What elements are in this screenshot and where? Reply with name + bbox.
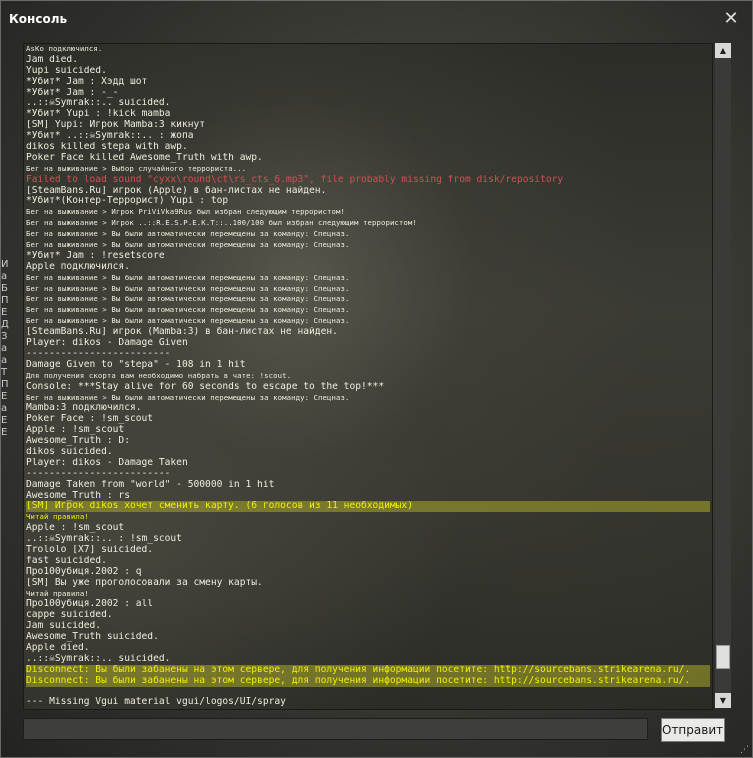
- log-line: Про100убиця.2002 : all: [26, 599, 154, 610]
- log-line: *Убит* Jam : -_-: [26, 87, 119, 98]
- edge-letter: П: [1, 295, 9, 306]
- log-line: Disconnect: Вы были забанены на этом сер…: [26, 664, 710, 676]
- log-line: Yupi suicided.: [26, 65, 107, 76]
- scroll-up-icon[interactable]: ▲: [715, 43, 731, 58]
- console-window: Консоль ✕ ИаБПЕДЗааТПЕаЕЕ AsKo подключил…: [0, 0, 753, 758]
- edge-letter: Е: [1, 427, 8, 438]
- log-line: Бег на выживание > Вы были автоматически…: [26, 305, 350, 315]
- log-line: Для получения скорта вам необходимо набр…: [26, 370, 292, 380]
- edge-letter: а: [1, 355, 8, 366]
- log-line: Trololo [X7] suicided.: [26, 544, 154, 555]
- log-line: Apple died.: [26, 642, 90, 653]
- edge-letter: П: [1, 379, 9, 390]
- log-line: Jam died.: [26, 54, 78, 65]
- log-line: dikos suicided.: [26, 446, 113, 457]
- log-line: Читай правила!: [26, 588, 89, 598]
- log-line: *Убит* Yupi : !kick mamba: [26, 109, 171, 120]
- log-line: Poker Face killed Awesome_Truth with awp…: [26, 152, 263, 163]
- log-line: Awesome_Truth : rs: [26, 490, 130, 501]
- log-line: Disconnect: Вы были забанены на этом сер…: [26, 675, 710, 687]
- title-bar[interactable]: Консоль ✕: [1, 1, 752, 39]
- log-line: Бег на выживание > Вы были автоматически…: [26, 392, 350, 402]
- log-line: Apple : !sm_scout: [26, 425, 125, 436]
- log-line: *Убит*(Контер-Террорист) Yupi : top: [26, 196, 229, 207]
- log-line: Player: dikos - Damage Taken: [26, 457, 188, 468]
- log-line: Mamba:3 подключился.: [26, 403, 142, 414]
- log-scrollbar[interactable]: ▲ ▼: [715, 43, 731, 708]
- log-line: ..::☠Symrak::.. suicided.: [26, 98, 171, 109]
- edge-letter: а: [1, 271, 8, 282]
- log-line: Player: dikos - Damage Given: [26, 338, 188, 349]
- log-line: AsKo подключился.: [26, 44, 103, 53]
- log-line: *Убит* ..::☠Symrak::.. : жопа: [26, 131, 194, 142]
- edge-letter: Б: [1, 283, 8, 294]
- log-line: [SM] Вы уже проголосовали за смену карты…: [26, 577, 263, 588]
- log-line: Awesome_Truth : D:: [26, 436, 130, 447]
- log-line: -------------------------: [26, 468, 171, 479]
- edge-letter: И: [1, 259, 9, 270]
- log-line: Бег на выживание > Вы были автоматически…: [26, 240, 350, 250]
- edge-letter: а: [1, 403, 8, 414]
- log-line: Awesome_Truth suicided.: [26, 632, 159, 643]
- log-line: -------------------------: [26, 348, 171, 359]
- edge-letter: Д: [1, 319, 9, 330]
- log-line: Бег на выживание > Игрок PriViVka9Rus бы…: [26, 207, 346, 217]
- log-line: ..::☠Symrak::.. suicided.: [26, 653, 171, 664]
- log-line: *Убит* Jam : !resetscore: [26, 250, 165, 261]
- log-line: [SteamBans.Ru] игрок (Mamba:3) в бан-лис…: [26, 327, 338, 338]
- log-line: Бег на выживание > Вы были автоматически…: [26, 283, 350, 293]
- log-line: Бег на выживание > Вы были автоматически…: [26, 294, 350, 304]
- edge-letter: Е: [1, 415, 8, 426]
- log-line: dikos killed stepa with awp.: [26, 142, 188, 153]
- log-line: [SM] Игрок dikos хочет сменить карту. (6…: [26, 501, 710, 513]
- log-line: Бег на выживание > Вы были автоматически…: [26, 316, 350, 326]
- scroll-down-icon[interactable]: ▼: [715, 693, 731, 708]
- log-line: Бег на выживание > Выбор случайного терр…: [26, 163, 247, 173]
- background-window-edge: ИаБПЕДЗааТПЕаЕЕ: [1, 259, 13, 469]
- log-line: Console: ***Stay alive for 60 seconds to…: [26, 381, 385, 392]
- log-line: Читай правила!: [26, 512, 89, 522]
- close-icon[interactable]: ✕: [720, 8, 742, 30]
- scroll-thumb[interactable]: [716, 644, 730, 669]
- log-line: Damage Given to "stepa" - 108 in 1 hit: [26, 359, 246, 370]
- window-title: Консоль: [9, 12, 68, 26]
- log-line: Apple подключился.: [26, 261, 130, 272]
- log-line: [SM] Yupi: Игрок Mamba:3 кикнут: [26, 120, 206, 131]
- log-line: Про100убиця.2002 : q: [26, 566, 142, 577]
- log-line: Бег на выживание > Игрок ..::R.E.S.P.E.K…: [26, 218, 417, 228]
- edge-letter: Е: [1, 307, 8, 318]
- log-line: Failed to load sound "cyxx\round\ct\rs_c…: [26, 174, 564, 185]
- resize-grip-icon[interactable]: ⋰: [740, 745, 750, 755]
- log-lines: AsKo подключился. Jam died. Yupi suicided.…: [26, 44, 710, 708]
- edge-letter: Т: [1, 367, 8, 378]
- console-log: AsKo подключился. Jam died. Yupi suicided.…: [23, 43, 713, 710]
- log-line: Jam suicided.: [26, 621, 102, 632]
- log-line: --- Missing Vgui material vgui/logos/UI/…: [26, 697, 286, 708]
- submit-button[interactable]: Отправить: [661, 718, 725, 742]
- log-line: ..::☠Symrak::.. : !sm_scout: [26, 534, 182, 545]
- log-line: Poker Face : !sm_scout: [26, 414, 154, 425]
- command-input[interactable]: [23, 718, 648, 740]
- edge-letter: Е: [1, 391, 8, 402]
- edge-letter: З: [1, 331, 8, 342]
- edge-letter: а: [1, 343, 8, 354]
- log-line: *Убит* Jam : Хэдд шот: [26, 76, 148, 87]
- log-line: Apple : !sm_scout: [26, 523, 125, 534]
- log-line: fast suicided.: [26, 555, 107, 566]
- log-line: cappe suicided.: [26, 610, 113, 621]
- log-line: [SteamBans.Ru] игрок (Apple) в бан-листа…: [26, 185, 327, 196]
- log-line: Бег на выживание > Вы были автоматически…: [26, 229, 350, 239]
- log-line: Бег на выживание > Вы были автоматически…: [26, 272, 350, 282]
- log-line: Damage Taken from "world" - 500000 in 1 …: [26, 479, 275, 490]
